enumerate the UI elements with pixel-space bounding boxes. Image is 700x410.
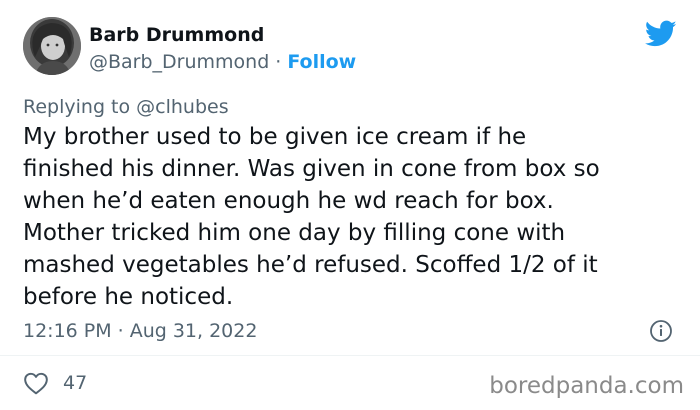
follow-button[interactable]: Follow bbox=[287, 51, 356, 73]
divider bbox=[0, 355, 700, 356]
watermark: boredpanda.com bbox=[489, 373, 684, 399]
twitter-bird-icon[interactable] bbox=[645, 20, 677, 48]
author-meta: @Barb_Drummond · Follow bbox=[89, 49, 356, 75]
avatar[interactable] bbox=[23, 17, 81, 75]
tweet-time: 12:16 PM bbox=[23, 320, 112, 342]
like-button[interactable]: 47 bbox=[23, 368, 87, 398]
tweet-date: Aug 31, 2022 bbox=[129, 320, 258, 342]
like-count: 47 bbox=[63, 372, 88, 394]
author-name[interactable]: Barb Drummond bbox=[89, 22, 264, 48]
tweet-line: finished his dinner. Was given in cone f… bbox=[23, 156, 600, 182]
heart-icon bbox=[24, 372, 48, 395]
replying-to[interactable]: Replying to @clhubes bbox=[23, 95, 229, 119]
tweet-timestamp[interactable]: 12:16 PM · Aug 31, 2022 bbox=[23, 318, 257, 344]
author-handle[interactable]: @Barb_Drummond bbox=[89, 51, 269, 73]
tweet-line: mashed vegetables he’d refused. Scoffed … bbox=[23, 252, 598, 278]
tweet-line: before he noticed. bbox=[23, 284, 234, 310]
info-icon[interactable] bbox=[649, 319, 673, 343]
meta-separator: · bbox=[275, 51, 282, 73]
tweet-line: Mother tricked him one day by filling co… bbox=[23, 220, 566, 246]
tweet-card: Barb Drummond @Barb_Drummond · Follow Repl… bbox=[0, 0, 700, 410]
tweet-text: My brother used to be given ice cream if… bbox=[23, 121, 683, 313]
tweet-line: when he’d eaten enough he wd reach for b… bbox=[23, 188, 554, 214]
avatar-image bbox=[23, 17, 81, 75]
tweet-line: My brother used to be given ice cream if… bbox=[23, 124, 527, 150]
timestamp-separator: · bbox=[117, 320, 124, 342]
